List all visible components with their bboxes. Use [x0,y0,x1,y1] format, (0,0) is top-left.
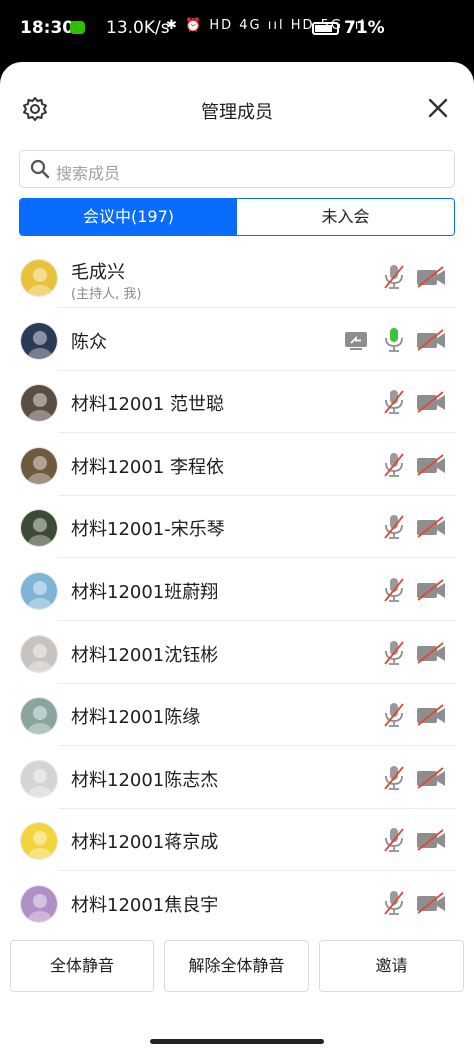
member-name: 陈众 [71,331,107,353]
home-indicator [150,1039,324,1044]
camera-off-icon[interactable] [416,704,446,726]
member-row[interactable]: 材料12001陈志杰 [0,747,474,809]
member-row[interactable]: 材料12001蒋京成 [0,809,474,872]
header: 管理成员 [0,62,474,152]
camera-off-icon[interactable] [416,767,446,789]
battery-percent: 71% [344,18,385,38]
microphone-muted-icon[interactable] [383,640,405,666]
camera-off-icon[interactable] [416,454,446,476]
camera-off-icon[interactable] [416,829,446,852]
search-input[interactable]: 搜索成员 [19,150,455,188]
member-name: 材料12001 范世聪 [71,394,224,416]
camera-off-icon[interactable] [416,579,446,601]
avatar [20,634,58,673]
search-icon [30,159,50,179]
camera-off-icon[interactable] [416,641,446,664]
camera-off-icon[interactable] [416,266,446,288]
microphone-muted-icon[interactable] [383,452,405,478]
camera-off-icon[interactable] [416,892,446,914]
member-name: 材料12001班蔚翔 [71,582,219,603]
bottom-actions: 全体静音 解除全体静音 邀请 [0,938,474,994]
microphone-muted-icon[interactable] [383,264,405,290]
manage-members-sheet: 管理成员 搜索成员 会议中(197) 未入会 毛成兴 (主持人, 我) 陈众材料12… [0,62,474,1053]
microphone-on-icon[interactable] [383,327,405,353]
microphone-muted-icon[interactable] [383,577,405,603]
avatar [20,572,58,610]
avatar [20,321,58,360]
avatar [20,697,58,736]
tab-not-joined[interactable]: 未入会 [237,199,454,235]
battery-icon [312,22,339,35]
network-speed: 13.0K/s [106,18,170,38]
member-name: 材料12001 李程依 [71,456,224,478]
avatar [20,384,58,423]
microphone-muted-icon[interactable] [383,389,405,415]
member-name: 材料12001沈钰彬 [71,644,219,666]
member-row[interactable]: 材料12001沈钰彬 [0,622,474,684]
member-name: 毛成兴 [71,262,125,283]
member-name: 材料12001陈志杰 [71,769,219,791]
mute-all-button[interactable]: 全体静音 [10,940,154,992]
close-icon[interactable] [426,96,450,120]
member-tabs: 会议中(197) 未入会 [19,198,455,236]
page-title: 管理成员 [201,102,273,123]
microphone-muted-icon[interactable] [383,514,405,540]
member-row[interactable]: 毛成兴 (主持人, 我) [0,246,474,308]
status-bar: 18:30 13.0K/s ✱ ⏰ HD 4G ııl HD 5G ııl 71… [0,0,474,62]
avatar [20,885,58,923]
tab-in-meeting[interactable]: 会议中(197) [20,199,237,235]
wechat-notification-icon [70,21,85,34]
avatar [20,259,58,297]
member-row[interactable]: 陈众 [0,309,474,371]
invite-button[interactable]: 邀请 [319,940,464,992]
member-name: 材料12001-宋乐琴 [71,519,225,541]
status-time: 18:30 [20,18,75,38]
member-row[interactable]: 材料12001陈缘 [0,684,474,747]
microphone-muted-icon[interactable] [383,702,405,728]
member-row[interactable]: 材料12001 范世聪 [0,371,474,434]
member-role: (主持人, 我) [71,287,142,302]
avatar [20,822,58,861]
screen-share-icon[interactable] [344,331,368,351]
unmute-all-button[interactable]: 解除全体静音 [164,940,309,992]
search-placeholder: 搜索成员 [56,164,121,183]
avatar [20,759,58,798]
member-row[interactable]: 材料12001班蔚翔 [0,559,474,621]
member-row[interactable]: 材料12001焦良宇 [0,872,474,934]
avatar [20,509,58,548]
member-name: 材料12001蒋京成 [71,832,219,854]
microphone-muted-icon[interactable] [383,765,405,791]
member-row[interactable]: 材料12001 李程依 [0,434,474,496]
member-row[interactable]: 材料12001-宋乐琴 [0,496,474,559]
camera-off-icon[interactable] [416,391,446,413]
camera-off-icon[interactable] [416,328,446,351]
camera-off-icon[interactable] [416,516,446,539]
member-name: 材料12001陈缘 [71,707,201,729]
member-name: 材料12001焦良宇 [71,895,219,916]
avatar [20,446,58,485]
microphone-muted-icon[interactable] [383,827,405,853]
microphone-muted-icon[interactable] [383,890,405,916]
